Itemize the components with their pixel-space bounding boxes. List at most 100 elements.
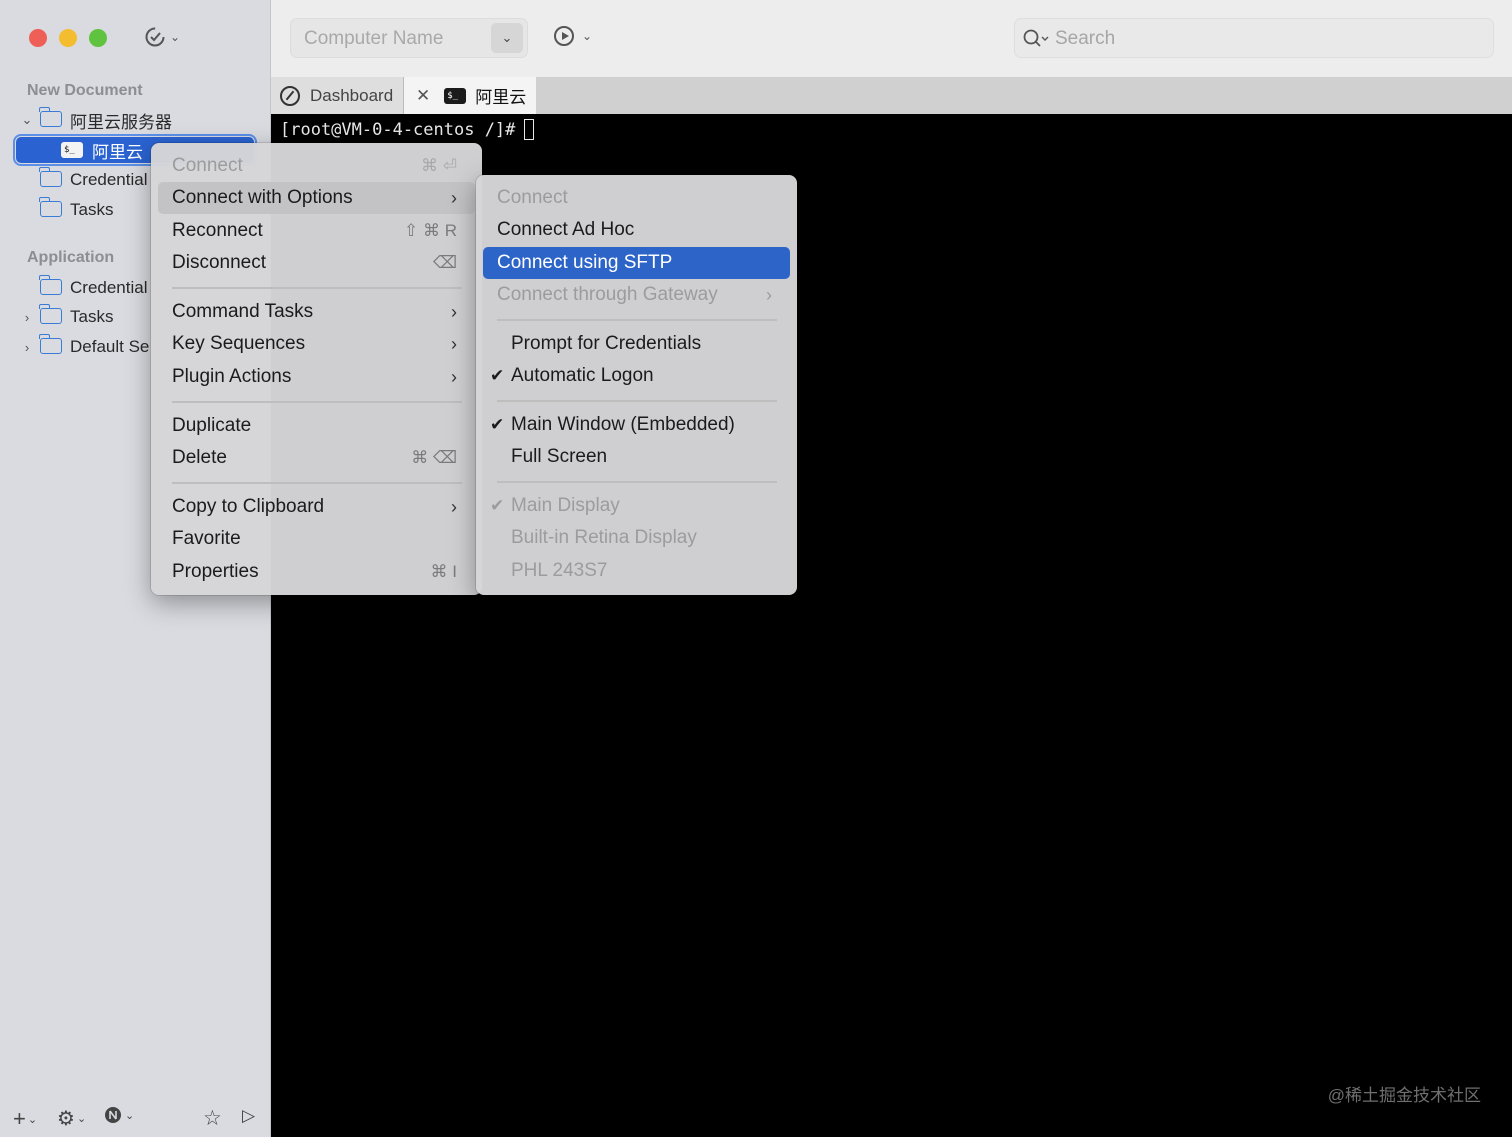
sidebar-item-label: Tasks [70, 200, 114, 219]
menu-item-favorite[interactable]: Favorite [158, 523, 475, 555]
shortcut-label: ⇧ ⌘ R [404, 221, 457, 240]
checkmark-icon: ✔ [490, 415, 505, 434]
sidebar-item-default-settings[interactable]: › Default Se [20, 333, 149, 361]
sidebar-item-label: 阿里云服务器 [70, 112, 172, 132]
menu-separator [172, 287, 462, 289]
sidebar-item-label: 阿里云 [92, 142, 143, 162]
search-field[interactable] [1014, 18, 1494, 59]
favorite-button[interactable]: ☆ [203, 1106, 222, 1131]
menu-item-label: Automatic Logon [511, 365, 654, 386]
minimize-window-button[interactable] [59, 29, 77, 47]
menu-item-label: Reconnect [172, 220, 263, 241]
submenu-item-connect[interactable]: Connect [483, 182, 790, 214]
chevron-down-icon: ⌄ [76, 1113, 87, 1125]
sync-menu-button[interactable]: ⌄ [144, 26, 180, 48]
menu-separator [172, 401, 462, 403]
menu-item-label: Plugin Actions [172, 366, 292, 387]
menu-item-key-sequences[interactable]: Key Sequences › [158, 328, 475, 360]
chevron-right-icon: › [451, 301, 457, 322]
menu-item-properties[interactable]: Properties ⌘ I [158, 556, 475, 588]
shortcut-label: ⌫ [432, 253, 457, 272]
chevron-down-icon: ⌄ [170, 30, 181, 44]
sidebar-item-aliyun[interactable]: $_ 阿里云 [61, 136, 143, 164]
submenu-item-built-in-retina-display[interactable]: Built-in Retina Display [483, 522, 790, 554]
chevron-right-icon[interactable]: › [20, 310, 34, 325]
menu-item-command-tasks[interactable]: Command Tasks › [158, 296, 475, 328]
share-circle-icon [105, 1107, 121, 1123]
section-application: Application [27, 249, 115, 266]
tab-aliyun[interactable]: ✕ $_ 阿里云 [404, 77, 536, 114]
close-window-button[interactable] [29, 29, 47, 47]
share-button[interactable]: ⌄ [104, 1106, 134, 1124]
connect-with-options-submenu: Connect Connect Ad Hoc Connect using SFT… [476, 175, 797, 595]
sidebar-item-credential[interactable]: Credential [39, 166, 148, 194]
menu-item-duplicate[interactable]: Duplicate [158, 410, 475, 442]
chevron-down-icon[interactable]: ⌄ [20, 112, 34, 128]
chevron-down-icon: ⌄ [582, 29, 593, 43]
submenu-item-connect-through-gateway[interactable]: Connect through Gateway › [483, 279, 790, 311]
sidebar-item-app-tasks[interactable]: › Tasks [20, 303, 113, 331]
submenu-item-connect-ad-hoc[interactable]: Connect Ad Hoc [483, 214, 790, 246]
star-icon: ☆ [203, 1107, 222, 1130]
chevron-right-icon[interactable]: › [20, 340, 34, 355]
sidebar-item-label: Credential [70, 170, 148, 189]
submenu-item-prompt-for-credentials[interactable]: Prompt for Credentials [483, 328, 790, 360]
menu-item-disconnect[interactable]: Disconnect ⌫ [158, 247, 475, 279]
menu-item-label: Connect through Gateway [497, 284, 718, 305]
menu-separator [497, 319, 777, 321]
computer-name-input[interactable] [291, 19, 502, 59]
checkmark-icon: ✔ [490, 366, 505, 385]
tab-dashboard[interactable]: Dashboard [271, 77, 404, 114]
sidebar-item-label: Default Se [70, 337, 150, 356]
menu-item-label: Full Screen [511, 446, 608, 467]
menu-separator [172, 482, 462, 484]
folder-icon [39, 107, 62, 127]
chevron-right-icon: › [451, 333, 457, 354]
menu-item-connect[interactable]: Connect ⌘ ⏎ [158, 150, 475, 182]
play-circle-icon [554, 26, 574, 46]
menu-item-delete[interactable]: Delete ⌘ ⌫ [158, 442, 475, 474]
add-button[interactable]: + ⌄ [13, 1106, 37, 1132]
menu-item-copy-to-clipboard[interactable]: Copy to Clipboard › [158, 491, 475, 523]
folder-icon [39, 197, 62, 217]
sync-icon [145, 27, 165, 47]
menu-item-label: Connect Ad Hoc [497, 219, 635, 240]
computer-name-dropdown-button[interactable]: ⌄ [491, 23, 523, 53]
sidebar-item-app-credential[interactable]: Credential [39, 274, 148, 302]
sidebar-item-aliyun-server[interactable]: ⌄ 阿里云服务器 [20, 106, 172, 134]
terminal-icon: $_ [61, 142, 83, 158]
submenu-item-connect-using-sftp[interactable]: Connect using SFTP [483, 247, 790, 279]
submenu-item-phl-243s7[interactable]: PHL 243S7 [483, 555, 790, 587]
connect-play-button[interactable]: ⌄ [554, 26, 592, 46]
menu-item-plugin-actions[interactable]: Plugin Actions › [158, 361, 475, 393]
folder-icon [39, 334, 62, 354]
submenu-item-main-window-embedded[interactable]: ✔ Main Window (Embedded) [483, 409, 790, 441]
app-window: ⌄ New Document ⌄ 阿里云服务器 $_ 阿里云 Credentia… [0, 0, 1512, 1137]
submenu-item-full-screen[interactable]: Full Screen [483, 441, 790, 473]
play-button[interactable]: ▷ [242, 1106, 255, 1126]
submenu-item-main-display[interactable]: ✔ Main Display [483, 490, 790, 522]
sidebar-item-tasks[interactable]: Tasks [39, 196, 114, 224]
menu-item-label: Connect [172, 155, 243, 176]
search-icon [1023, 29, 1049, 47]
terminal-prompt-line: [root@VM-0-4-centos /]# [280, 119, 535, 140]
menu-item-label: Main Display [511, 495, 620, 516]
play-icon: ▷ [242, 1106, 256, 1125]
menu-item-reconnect[interactable]: Reconnect ⇧ ⌘ R [158, 215, 475, 247]
plus-icon: + [13, 1106, 26, 1131]
chevron-right-icon: › [766, 284, 772, 305]
search-input[interactable] [1053, 19, 1487, 59]
menu-item-label: Favorite [172, 528, 241, 549]
close-tab-icon[interactable]: ✕ [416, 86, 430, 106]
settings-button[interactable]: ⚙ ⌄ [57, 1106, 86, 1131]
menu-item-connect-with-options[interactable]: Connect with Options › [158, 182, 475, 214]
computer-name-field[interactable]: ⌄ [290, 18, 528, 59]
gear-icon: ⚙ [57, 1108, 75, 1130]
submenu-item-automatic-logon[interactable]: ✔ Automatic Logon [483, 360, 790, 392]
terminal-icon: $_ [444, 87, 467, 104]
zoom-window-button[interactable] [89, 29, 107, 47]
menu-item-label: Main Window (Embedded) [511, 414, 735, 435]
menu-item-label: Duplicate [172, 415, 252, 436]
menu-item-label: Built-in Retina Display [511, 527, 697, 548]
terminal-prompt: [root@VM-0-4-centos /]# [280, 119, 516, 140]
